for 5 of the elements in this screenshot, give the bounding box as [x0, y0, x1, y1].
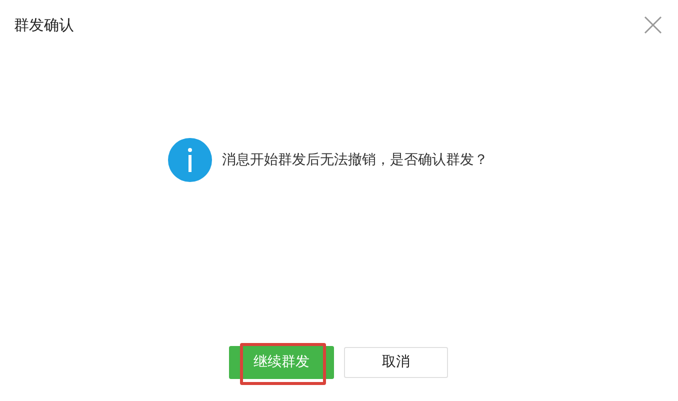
- close-icon[interactable]: [644, 16, 662, 34]
- confirm-message: 消息开始群发后无法撤销，是否确认群发？: [222, 150, 488, 170]
- info-icon: [168, 138, 212, 182]
- cancel-button[interactable]: 取消: [344, 347, 448, 378]
- dialog-title: 群发确认: [14, 14, 74, 36]
